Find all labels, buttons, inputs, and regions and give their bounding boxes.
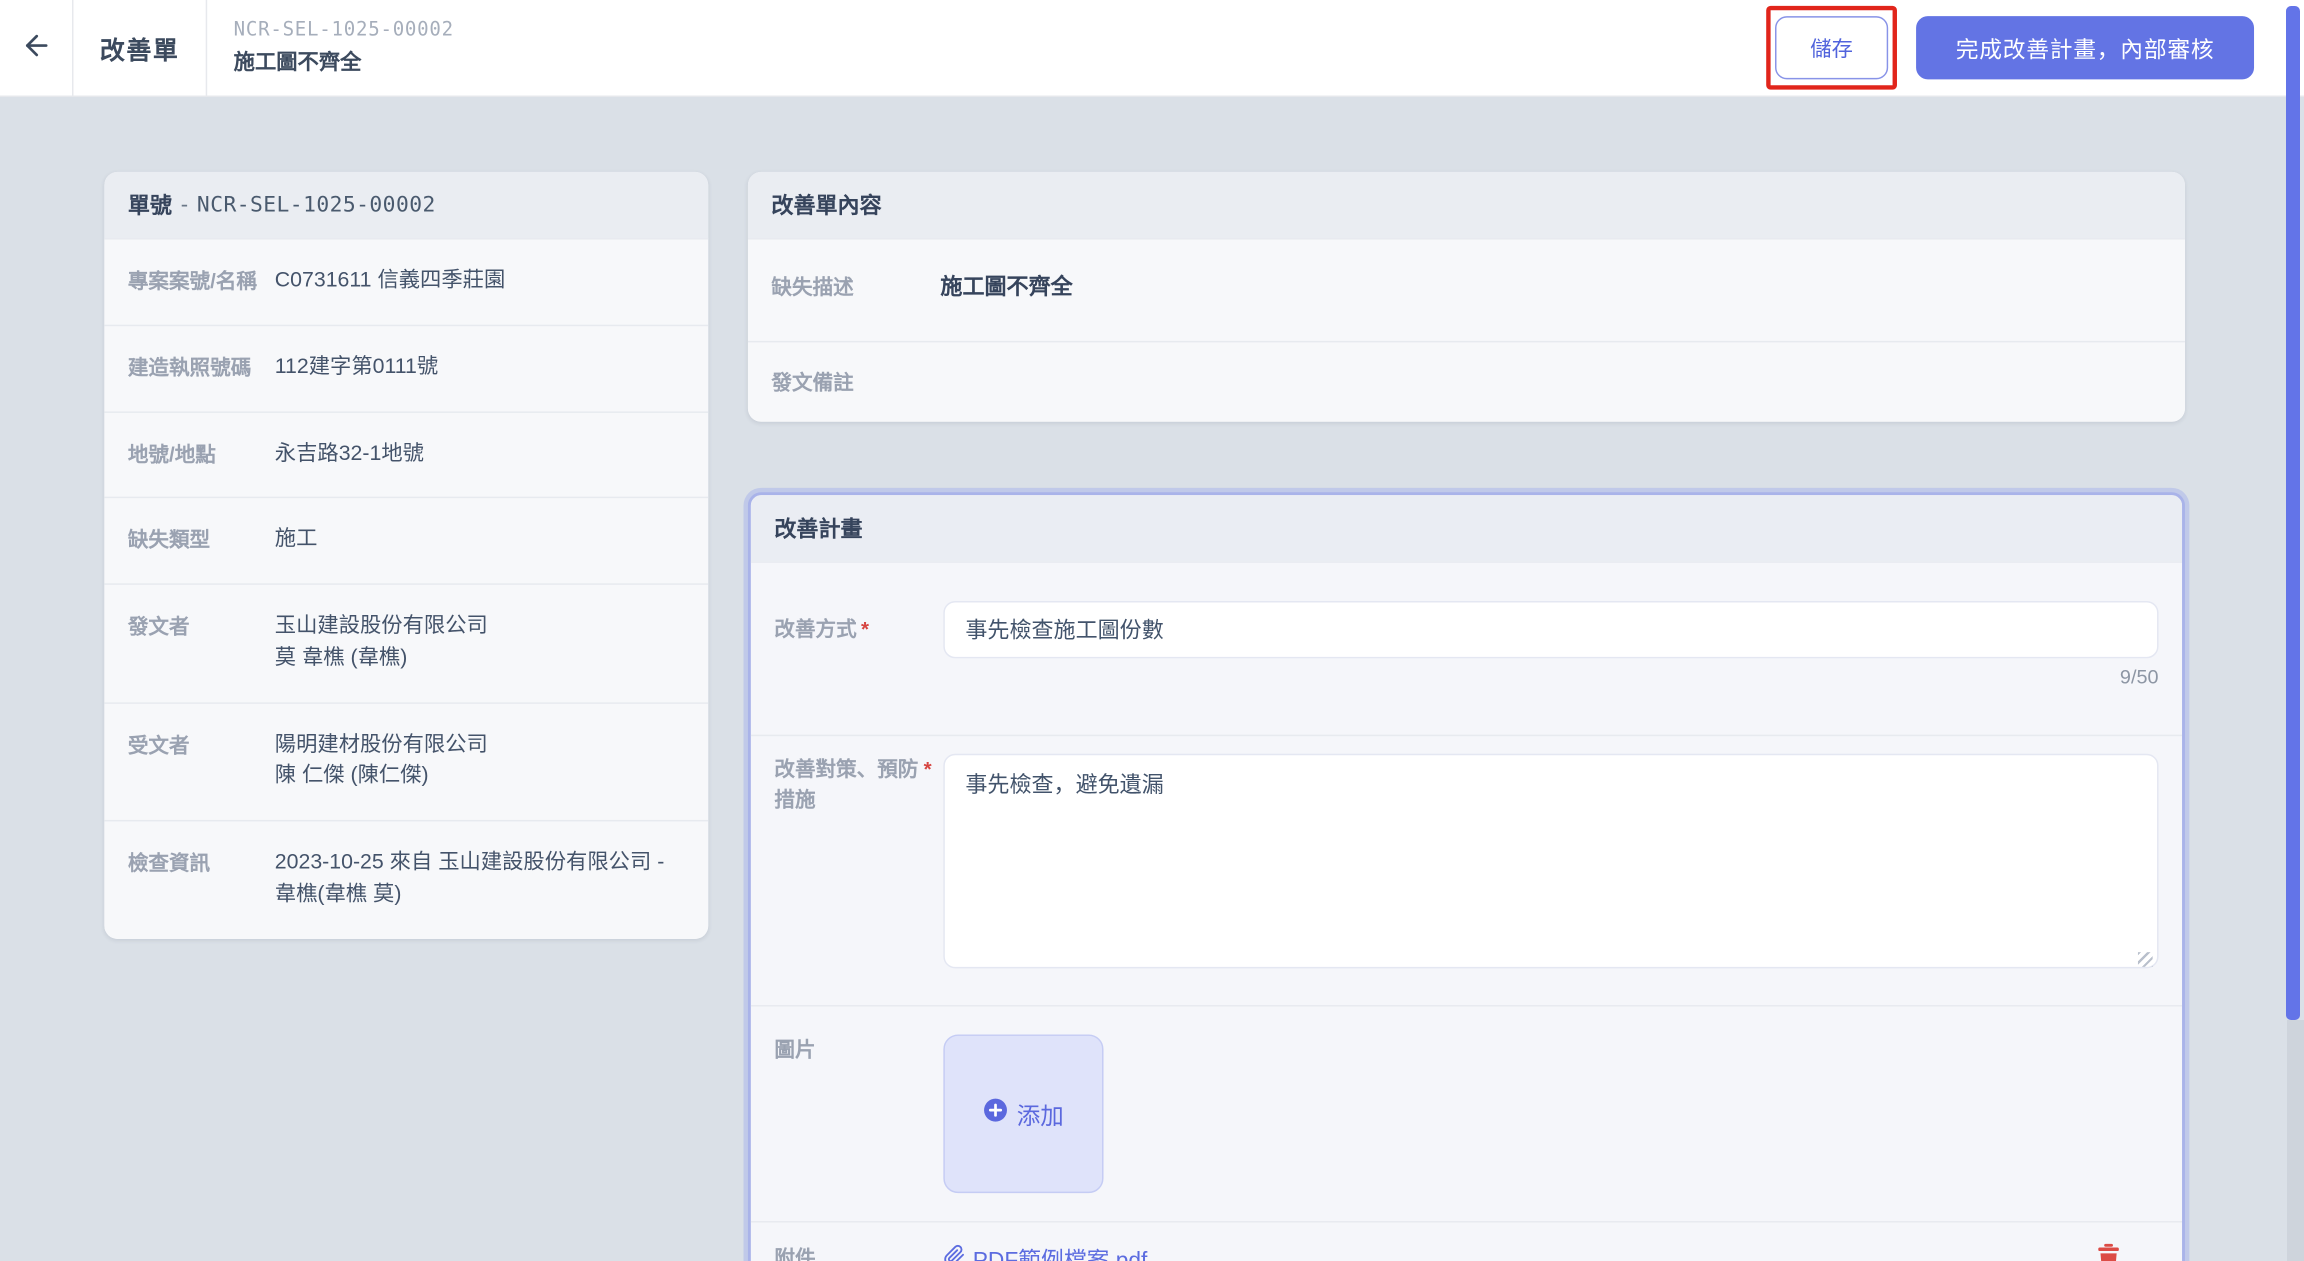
topbar-actions: 儲存 完成改善計畫，內部審核 xyxy=(1766,0,2304,96)
info-row-issuer: 發文者 玉山建設股份有限公司 莫 韋樵 (韋樵) xyxy=(104,583,708,701)
info-row-value: 永吉路32-1地號 xyxy=(275,439,685,471)
required-asterisk: * xyxy=(861,614,869,645)
info-row-label: 缺失類型 xyxy=(128,525,275,557)
complete-plan-submit-button[interactable]: 完成改善計畫，內部審核 xyxy=(1916,16,2254,79)
content-row-value xyxy=(940,367,2161,398)
info-row-label: 建造執照號碼 xyxy=(128,352,275,384)
required-asterisk: * xyxy=(924,754,932,785)
content-row-defect-description: 缺失描述 施工圖不齊全 xyxy=(748,238,2185,340)
info-row-label: 檢查資訊 xyxy=(128,848,275,912)
delete-attachment-button[interactable] xyxy=(2097,1243,2121,1261)
method-input[interactable] xyxy=(943,601,2158,658)
save-button-highlight-box: 儲存 xyxy=(1766,6,1897,90)
ncr-content-card-title: 改善單內容 xyxy=(748,172,2185,238)
attachment-file-name: PDF範例檔案.pdf xyxy=(973,1243,1148,1261)
ncr-content-card: 改善單內容 缺失描述 施工圖不齊全 發文備註 xyxy=(748,172,2185,421)
content-row-value: 施工圖不齊全 xyxy=(940,272,2161,305)
plan-row-attachments: 附件 PDF範例檔案.pdf xyxy=(751,1221,2182,1261)
improvement-plan-card: 改善計畫 改善方式* 9/50 改善對策、預防措施* xyxy=(748,492,2185,1261)
info-row-value: 玉山建設股份有限公司 莫 韋樵 (韋樵) xyxy=(275,611,685,675)
info-row-value: 陽明建材股份有限公司 陳 仁傑 (陳仁傑) xyxy=(275,730,685,794)
page-title: 改善單 xyxy=(100,29,179,66)
document-code: NCR-SEL-1025-00002 xyxy=(234,19,454,41)
paperclip-icon xyxy=(943,1245,965,1261)
add-image-button[interactable]: 添加 xyxy=(943,1034,1103,1193)
document-info: NCR-SEL-1025-00002 施工圖不齊全 xyxy=(234,0,454,96)
ncr-number-value: NCR-SEL-1025-00002 xyxy=(197,193,436,217)
scrollbar-thumb[interactable] xyxy=(2286,6,2300,1020)
info-row-defect-type: 缺失類型 施工 xyxy=(104,497,708,583)
content-row-issue-note: 發文備註 xyxy=(748,340,2185,421)
info-row-value: 112建字第0111號 xyxy=(275,352,685,384)
ncr-number-separator: - xyxy=(181,192,188,217)
back-button[interactable] xyxy=(0,0,73,96)
textarea-resize-handle[interactable] xyxy=(2138,952,2153,967)
info-row-label: 發文者 xyxy=(128,611,275,675)
content-row-label: 發文備註 xyxy=(771,367,940,398)
countermeasure-label: 改善對策、預防措施* xyxy=(774,754,943,816)
plan-row-images: 圖片 添加 xyxy=(751,1005,2182,1221)
app-viewport: 改善單 NCR-SEL-1025-00002 施工圖不齊全 儲存 完成改善計畫，… xyxy=(0,0,2304,1261)
add-image-label: 添加 xyxy=(1017,1096,1064,1131)
info-row-value: 2023-10-25 來自 玉山建設股份有限公司 - 韋樵(韋樵 莫) xyxy=(275,848,685,912)
info-row-label: 地號/地點 xyxy=(128,439,275,471)
plan-row-method: 改善方式* 9/50 xyxy=(751,561,2182,734)
trash-icon xyxy=(2097,1243,2121,1261)
document-title: 施工圖不齊全 xyxy=(234,46,454,77)
plan-row-countermeasure: 改善對策、預防措施* 事先檢查，避免遺漏 xyxy=(751,735,2182,1005)
improvement-plan-card-title: 改善計畫 xyxy=(751,495,2182,561)
method-label: 改善方式* xyxy=(774,601,943,645)
info-row-project: 專案案號/名稱 C0731611 信義四季莊園 xyxy=(104,238,708,324)
info-row-value: 施工 xyxy=(275,525,685,557)
countermeasure-textarea[interactable]: 事先檢查，避免遺漏 xyxy=(943,754,2158,969)
attachment-file-link[interactable]: PDF範例檔案.pdf xyxy=(943,1243,1147,1261)
ncr-number-label: 單號 xyxy=(128,190,172,221)
back-arrow-icon xyxy=(20,29,52,66)
top-bar: 改善單 NCR-SEL-1025-00002 施工圖不齊全 儲存 完成改善計畫，… xyxy=(0,0,2304,97)
info-row-inspection: 檢查資訊 2023-10-25 來自 玉山建設股份有限公司 - 韋樵(韋樵 莫) xyxy=(104,820,708,938)
attachments-label: 附件 xyxy=(774,1243,943,1261)
ncr-info-card: 單號 - NCR-SEL-1025-00002 專案案號/名稱 C0731611… xyxy=(104,172,708,938)
page-body: 單號 - NCR-SEL-1025-00002 專案案號/名稱 C0731611… xyxy=(0,97,2304,1261)
ncr-info-card-header: 單號 - NCR-SEL-1025-00002 xyxy=(104,172,708,238)
info-row-label: 受文者 xyxy=(128,730,275,794)
info-row-recipient: 受文者 陽明建材股份有限公司 陳 仁傑 (陳仁傑) xyxy=(104,702,708,820)
scrollbar-track[interactable] xyxy=(2287,1020,2304,1261)
method-char-counter: 9/50 xyxy=(2120,666,2159,688)
page-title-box: 改善單 xyxy=(73,0,207,96)
save-button[interactable]: 儲存 xyxy=(1775,16,1888,79)
info-row-value: C0731611 信義四季莊園 xyxy=(275,266,685,298)
info-row-permit: 建造執照號碼 112建字第0111號 xyxy=(104,324,708,410)
info-row-location: 地號/地點 永吉路32-1地號 xyxy=(104,411,708,497)
info-row-label: 專案案號/名稱 xyxy=(128,266,275,298)
plus-circle-icon xyxy=(983,1098,1008,1130)
images-label: 圖片 xyxy=(774,1034,943,1065)
content-row-label: 缺失描述 xyxy=(771,272,940,305)
